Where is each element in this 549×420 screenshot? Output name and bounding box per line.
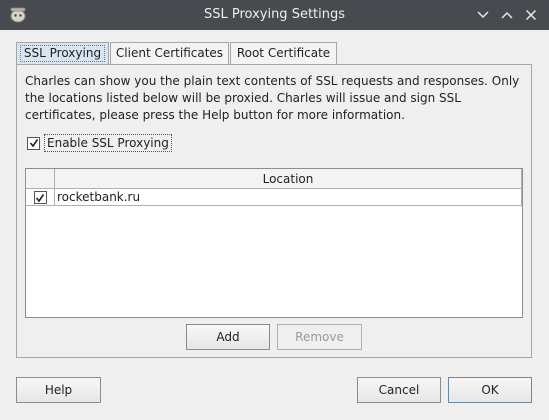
minimize-button[interactable] (473, 5, 493, 25)
enable-ssl-proxying-checkbox[interactable] (27, 136, 40, 150)
tab-root-certificate-label: Root Certificate (236, 46, 331, 60)
help-button[interactable]: Help (16, 377, 101, 403)
tab-client-certificates-label: Client Certificates (115, 46, 224, 60)
row-enabled-cell[interactable] (26, 189, 55, 206)
table-header: Location (26, 169, 522, 189)
table-row[interactable]: rocketbank.ru (26, 189, 522, 206)
enable-ssl-proxying-label[interactable]: Enable SSL Proxying (44, 134, 172, 152)
enable-ssl-proxying-row[interactable]: Enable SSL Proxying (27, 133, 172, 153)
column-header-location[interactable]: Location (55, 169, 522, 189)
column-header-enabled[interactable] (26, 169, 55, 189)
cancel-button[interactable]: Cancel (357, 377, 441, 403)
remove-button[interactable]: Remove (277, 324, 362, 350)
tab-client-certificates[interactable]: Client Certificates (110, 42, 229, 64)
ssl-proxying-panel: Charles can show you the plain text cont… (16, 64, 532, 358)
close-icon (525, 9, 537, 21)
title-bar[interactable]: SSL Proxying Settings (0, 0, 549, 30)
maximize-button[interactable] (497, 5, 517, 25)
row-location-cell[interactable]: rocketbank.ru (55, 189, 522, 206)
tab-ssl-proxying-label: SSL Proxying (19, 45, 106, 62)
description-text: Charles can show you the plain text cont… (25, 74, 520, 122)
close-button[interactable] (521, 5, 541, 25)
checkmark-icon (29, 139, 38, 148)
tab-ssl-proxying[interactable]: SSL Proxying (16, 42, 109, 65)
row-enabled-checkbox[interactable] (33, 191, 47, 204)
chevron-down-icon (477, 11, 489, 19)
window-title: SSL Proxying Settings (203, 7, 346, 22)
locations-table[interactable]: Location rocketbank.ru (25, 168, 523, 318)
tab-root-certificate[interactable]: Root Certificate (230, 42, 337, 64)
chevron-up-icon (501, 11, 513, 19)
checkmark-icon (35, 193, 45, 202)
ok-button[interactable]: OK (448, 377, 532, 403)
add-button[interactable]: Add (186, 324, 270, 350)
ssl-proxying-settings-window: SSL Proxying Settings SSL Proxying Clien… (0, 0, 549, 420)
